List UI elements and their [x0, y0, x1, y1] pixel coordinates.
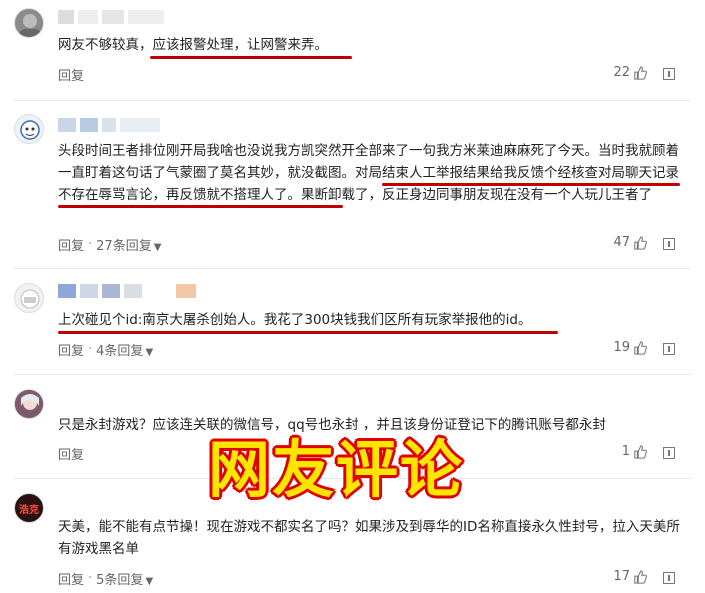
- divider: [14, 268, 691, 269]
- thumbs-up-icon: [634, 569, 647, 584]
- divider: [14, 374, 691, 375]
- replies-count-label: 4条回复: [96, 344, 144, 359]
- username-blurred: [58, 10, 164, 24]
- report-icon[interactable]: [663, 572, 675, 584]
- separator-dot: ·: [88, 571, 93, 586]
- reply-button[interactable]: 回复: [58, 569, 84, 588]
- like-button[interactable]: 22: [613, 65, 647, 80]
- report-icon[interactable]: [663, 68, 675, 80]
- username-blurred: [58, 284, 196, 298]
- like-count: 22: [613, 65, 630, 80]
- replies-toggle[interactable]: 5条回复 ▼: [96, 569, 153, 588]
- like-count: 19: [613, 340, 630, 355]
- highlight-underline: [150, 56, 352, 59]
- like-button[interactable]: 17: [613, 569, 647, 584]
- chevron-down-icon: ▼: [145, 347, 154, 358]
- avatar-label: 浩克: [19, 504, 39, 516]
- replies-count-label: 27条回复: [96, 239, 152, 254]
- chevron-down-icon: ▼: [153, 242, 162, 253]
- comment-actions: 回复 · 27条回复 ▼: [58, 235, 161, 254]
- like-count: 1: [621, 444, 630, 459]
- replies-toggle[interactable]: 27条回复 ▼: [96, 235, 161, 254]
- report-icon[interactable]: [663, 238, 675, 250]
- highlight-underline: [58, 331, 558, 334]
- avatar[interactable]: 浩克: [14, 493, 44, 523]
- comment-text: 网友不够较真，应该报警处理，让网警来弄。: [58, 37, 328, 53]
- like-count: 47: [613, 235, 630, 250]
- comment-actions: 回复 · ▼: [58, 65, 84, 84]
- username-blurred: [58, 118, 160, 132]
- avatar[interactable]: [14, 389, 44, 419]
- highlight-underline: [58, 205, 343, 208]
- thumbs-up-icon: [634, 235, 647, 250]
- reply-button[interactable]: 回复: [58, 65, 84, 84]
- avatar[interactable]: [14, 114, 44, 144]
- replies-toggle[interactable]: 4条回复 ▼: [96, 340, 153, 359]
- chevron-down-icon: ▼: [145, 576, 154, 587]
- reply-button[interactable]: 回复: [58, 444, 84, 463]
- report-icon[interactable]: [663, 447, 675, 459]
- replies-count-label: 5条回复: [96, 573, 144, 588]
- separator-dot: ·: [88, 237, 93, 252]
- comment-actions: 回复 · 4条回复 ▼: [58, 340, 153, 359]
- reply-button[interactable]: 回复: [58, 235, 84, 254]
- thumbs-up-icon: [634, 444, 647, 459]
- avatar[interactable]: [14, 283, 44, 313]
- divider: [14, 100, 691, 101]
- comment-text: 天美，能不能有点节操！现在游戏不都实名了吗？如果涉及到辱华的ID名称直接永久性封…: [58, 519, 680, 557]
- report-icon[interactable]: [663, 343, 675, 355]
- comment-actions: 回复: [58, 444, 84, 463]
- highlight-underline: [382, 183, 680, 186]
- like-button[interactable]: 47: [613, 235, 647, 250]
- comment-text: 上次碰见个id:南京大屠杀创始人。我花了300块钱我们区所有玩家举报他的id。: [58, 312, 532, 328]
- avatar[interactable]: [14, 8, 44, 38]
- like-button[interactable]: 1: [622, 444, 647, 459]
- like-count: 17: [613, 569, 630, 584]
- separator-dot: ·: [88, 342, 93, 357]
- thumbs-up-icon: [634, 65, 647, 80]
- comment-text: 头段时间王者排位刚开局我啥也没说我方凯突然开全部来了一句我方米莱迪麻麻死了今天。…: [58, 143, 679, 203]
- reply-button[interactable]: 回复: [58, 340, 84, 359]
- thumbs-up-icon: [634, 340, 647, 355]
- like-button[interactable]: 19: [613, 340, 647, 355]
- comment-actions: 回复 · 5条回复 ▼: [58, 569, 153, 588]
- overlay-title: 网友评论: [208, 433, 465, 506]
